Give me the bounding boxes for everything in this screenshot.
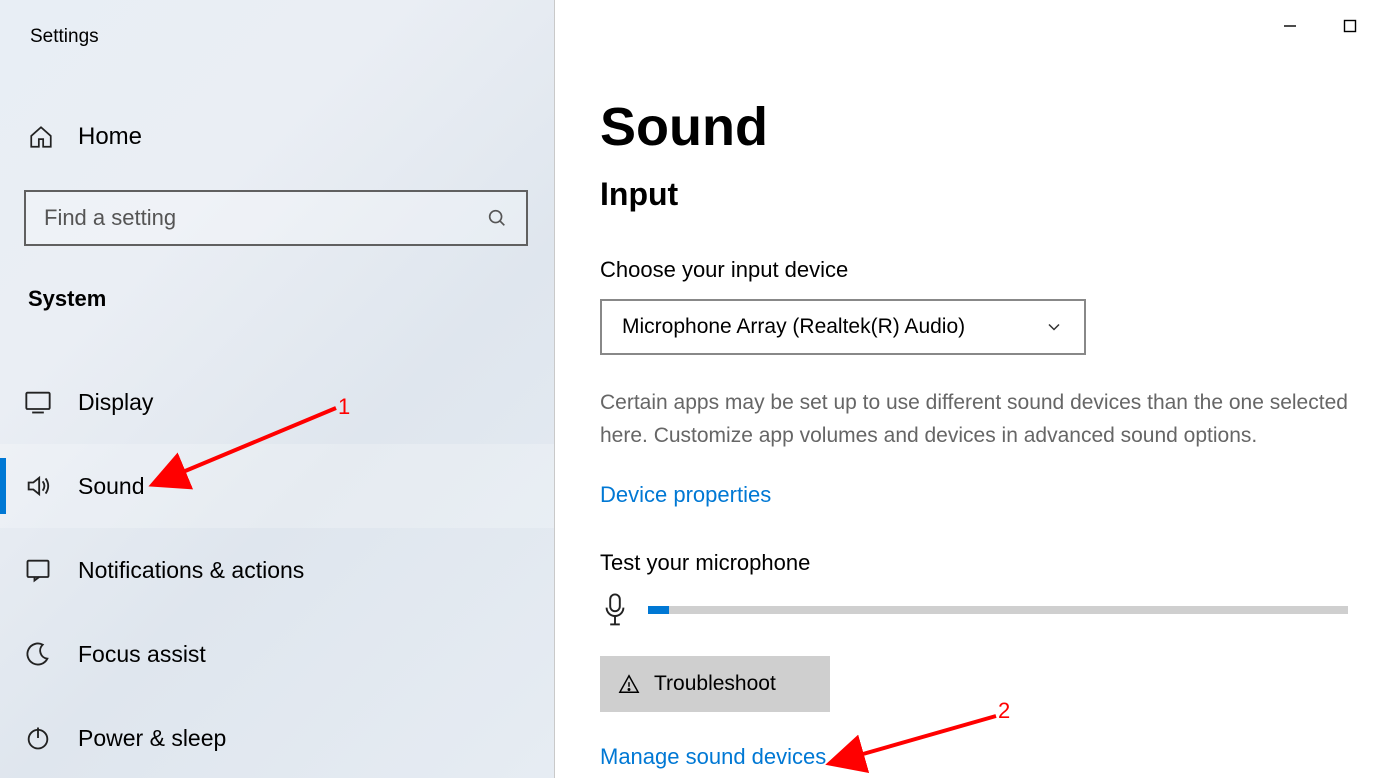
troubleshoot-button[interactable]: Troubleshoot xyxy=(600,656,830,712)
sidebar-item-label: Notifications & actions xyxy=(78,557,304,584)
sidebar-item-label: Focus assist xyxy=(78,641,206,668)
mic-level-bar xyxy=(648,606,1348,614)
warning-icon xyxy=(618,673,640,695)
main-content: Sound Input Choose your input device Mic… xyxy=(600,0,1380,770)
mic-level-fill xyxy=(648,606,669,614)
app-title: Settings xyxy=(0,0,554,48)
input-device-dropdown[interactable]: Microphone Array (Realtek(R) Audio) xyxy=(600,299,1086,355)
sidebar-item-notifications[interactable]: Notifications & actions xyxy=(0,528,554,612)
sidebar-item-sound[interactable]: Sound xyxy=(0,444,554,528)
input-device-value: Microphone Array (Realtek(R) Audio) xyxy=(622,315,965,339)
troubleshoot-label: Troubleshoot xyxy=(654,672,776,696)
sidebar-item-label: Power & sleep xyxy=(78,725,226,752)
moon-icon xyxy=(24,640,52,668)
manage-sound-devices-link[interactable]: Manage sound devices xyxy=(600,744,826,770)
sound-icon xyxy=(24,472,52,500)
notifications-icon xyxy=(24,556,52,584)
sidebar-item-display[interactable]: Display xyxy=(0,360,554,444)
chevron-down-icon xyxy=(1044,317,1064,337)
power-icon xyxy=(24,724,52,752)
sidebar-section-label: System xyxy=(0,246,554,312)
sidebar: Settings Home System Display Sound xyxy=(0,0,555,778)
sidebar-item-label: Sound xyxy=(78,473,145,500)
page-title: Sound xyxy=(600,96,1380,158)
sidebar-home[interactable]: Home xyxy=(0,114,554,160)
input-device-label: Choose your input device xyxy=(600,257,1380,283)
sidebar-item-power-sleep[interactable]: Power & sleep xyxy=(0,696,554,780)
microphone-icon xyxy=(600,592,630,628)
mic-test-row xyxy=(600,592,1380,628)
section-title: Input xyxy=(600,176,1380,213)
input-description: Certain apps may be set up to use differ… xyxy=(600,387,1360,452)
sidebar-item-focus-assist[interactable]: Focus assist xyxy=(0,612,554,696)
sidebar-home-label: Home xyxy=(78,123,142,151)
device-properties-link[interactable]: Device properties xyxy=(600,482,771,508)
home-icon xyxy=(28,124,54,150)
search-icon xyxy=(486,207,508,229)
sidebar-item-label: Display xyxy=(78,389,153,416)
display-icon xyxy=(24,388,52,416)
sidebar-nav: Display Sound Notifications & actions Fo… xyxy=(0,360,554,780)
test-mic-label: Test your microphone xyxy=(600,550,1380,576)
search-box[interactable] xyxy=(24,190,528,246)
search-input[interactable] xyxy=(44,205,486,231)
